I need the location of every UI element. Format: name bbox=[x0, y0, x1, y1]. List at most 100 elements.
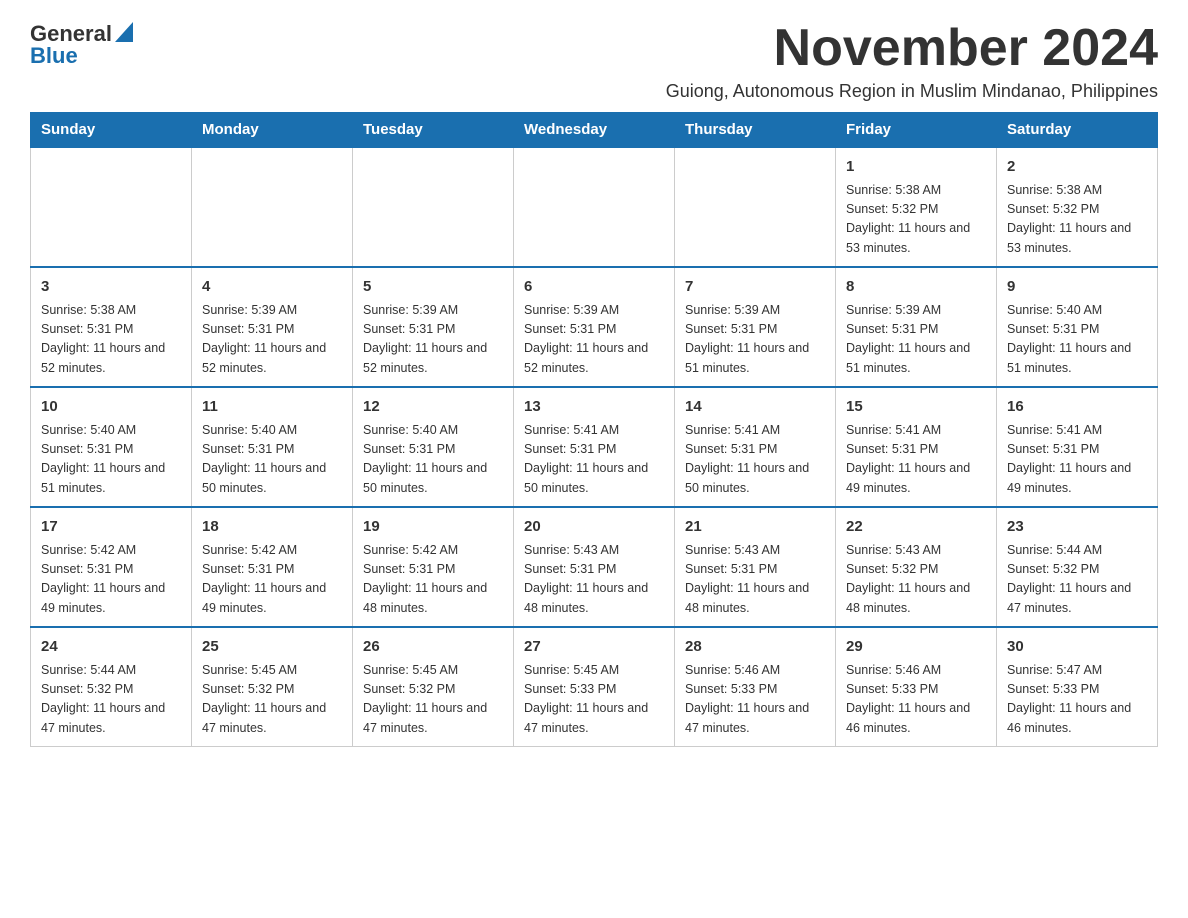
day-number: 12 bbox=[363, 396, 503, 419]
day-number: 28 bbox=[685, 636, 825, 659]
calendar-cell: 16Sunrise: 5:41 AMSunset: 5:31 PMDayligh… bbox=[997, 387, 1158, 507]
day-number: 22 bbox=[846, 516, 986, 539]
day-number: 15 bbox=[846, 396, 986, 419]
day-number: 11 bbox=[202, 396, 342, 419]
logo: General Blue bbox=[30, 20, 133, 69]
calendar-cell: 23Sunrise: 5:44 AMSunset: 5:32 PMDayligh… bbox=[997, 507, 1158, 627]
day-number: 5 bbox=[363, 276, 503, 299]
day-number: 7 bbox=[685, 276, 825, 299]
day-info: Sunrise: 5:46 AMSunset: 5:33 PMDaylight:… bbox=[846, 661, 986, 739]
day-number: 23 bbox=[1007, 516, 1147, 539]
day-of-week-header: Monday bbox=[192, 113, 353, 148]
day-of-week-header: Saturday bbox=[997, 113, 1158, 148]
day-info: Sunrise: 5:38 AMSunset: 5:31 PMDaylight:… bbox=[41, 301, 181, 379]
calendar-cell: 3Sunrise: 5:38 AMSunset: 5:31 PMDaylight… bbox=[31, 267, 192, 387]
day-number: 25 bbox=[202, 636, 342, 659]
day-info: Sunrise: 5:38 AMSunset: 5:32 PMDaylight:… bbox=[846, 181, 986, 259]
title-block: November 2024 Guiong, Autonomous Region … bbox=[666, 20, 1158, 102]
calendar-cell: 12Sunrise: 5:40 AMSunset: 5:31 PMDayligh… bbox=[353, 387, 514, 507]
calendar-week-row: 17Sunrise: 5:42 AMSunset: 5:31 PMDayligh… bbox=[31, 507, 1158, 627]
day-info: Sunrise: 5:42 AMSunset: 5:31 PMDaylight:… bbox=[202, 541, 342, 619]
day-info: Sunrise: 5:40 AMSunset: 5:31 PMDaylight:… bbox=[1007, 301, 1147, 379]
day-info: Sunrise: 5:45 AMSunset: 5:32 PMDaylight:… bbox=[363, 661, 503, 739]
day-info: Sunrise: 5:41 AMSunset: 5:31 PMDaylight:… bbox=[1007, 421, 1147, 499]
calendar-week-row: 24Sunrise: 5:44 AMSunset: 5:32 PMDayligh… bbox=[31, 627, 1158, 747]
calendar-cell: 18Sunrise: 5:42 AMSunset: 5:31 PMDayligh… bbox=[192, 507, 353, 627]
calendar-cell bbox=[192, 147, 353, 267]
day-info: Sunrise: 5:40 AMSunset: 5:31 PMDaylight:… bbox=[202, 421, 342, 499]
logo-blue-text: Blue bbox=[30, 43, 78, 69]
calendar-cell bbox=[31, 147, 192, 267]
calendar-week-row: 1Sunrise: 5:38 AMSunset: 5:32 PMDaylight… bbox=[31, 147, 1158, 267]
day-info: Sunrise: 5:39 AMSunset: 5:31 PMDaylight:… bbox=[846, 301, 986, 379]
day-number: 6 bbox=[524, 276, 664, 299]
day-of-week-header: Sunday bbox=[31, 113, 192, 148]
calendar-cell: 14Sunrise: 5:41 AMSunset: 5:31 PMDayligh… bbox=[675, 387, 836, 507]
calendar-cell: 11Sunrise: 5:40 AMSunset: 5:31 PMDayligh… bbox=[192, 387, 353, 507]
calendar-cell: 24Sunrise: 5:44 AMSunset: 5:32 PMDayligh… bbox=[31, 627, 192, 747]
calendar-cell: 4Sunrise: 5:39 AMSunset: 5:31 PMDaylight… bbox=[192, 267, 353, 387]
day-info: Sunrise: 5:41 AMSunset: 5:31 PMDaylight:… bbox=[685, 421, 825, 499]
calendar-table: SundayMondayTuesdayWednesdayThursdayFrid… bbox=[30, 112, 1158, 747]
calendar-cell: 26Sunrise: 5:45 AMSunset: 5:32 PMDayligh… bbox=[353, 627, 514, 747]
day-info: Sunrise: 5:43 AMSunset: 5:31 PMDaylight:… bbox=[524, 541, 664, 619]
calendar-cell: 6Sunrise: 5:39 AMSunset: 5:31 PMDaylight… bbox=[514, 267, 675, 387]
day-number: 19 bbox=[363, 516, 503, 539]
day-number: 30 bbox=[1007, 636, 1147, 659]
day-number: 18 bbox=[202, 516, 342, 539]
calendar-cell: 19Sunrise: 5:42 AMSunset: 5:31 PMDayligh… bbox=[353, 507, 514, 627]
logo-triangle-icon bbox=[115, 22, 133, 42]
month-title: November 2024 bbox=[666, 20, 1158, 77]
calendar-cell bbox=[675, 147, 836, 267]
calendar-header-row: SundayMondayTuesdayWednesdayThursdayFrid… bbox=[31, 113, 1158, 148]
day-number: 10 bbox=[41, 396, 181, 419]
day-info: Sunrise: 5:41 AMSunset: 5:31 PMDaylight:… bbox=[846, 421, 986, 499]
calendar-cell: 29Sunrise: 5:46 AMSunset: 5:33 PMDayligh… bbox=[836, 627, 997, 747]
calendar-cell: 10Sunrise: 5:40 AMSunset: 5:31 PMDayligh… bbox=[31, 387, 192, 507]
day-of-week-header: Wednesday bbox=[514, 113, 675, 148]
calendar-week-row: 3Sunrise: 5:38 AMSunset: 5:31 PMDaylight… bbox=[31, 267, 1158, 387]
day-number: 21 bbox=[685, 516, 825, 539]
day-number: 4 bbox=[202, 276, 342, 299]
calendar-cell: 25Sunrise: 5:45 AMSunset: 5:32 PMDayligh… bbox=[192, 627, 353, 747]
day-number: 17 bbox=[41, 516, 181, 539]
day-info: Sunrise: 5:43 AMSunset: 5:31 PMDaylight:… bbox=[685, 541, 825, 619]
calendar-cell: 1Sunrise: 5:38 AMSunset: 5:32 PMDaylight… bbox=[836, 147, 997, 267]
day-info: Sunrise: 5:39 AMSunset: 5:31 PMDaylight:… bbox=[685, 301, 825, 379]
page-header: General Blue November 2024 Guiong, Auton… bbox=[30, 20, 1158, 102]
day-info: Sunrise: 5:43 AMSunset: 5:32 PMDaylight:… bbox=[846, 541, 986, 619]
day-number: 13 bbox=[524, 396, 664, 419]
calendar-cell: 5Sunrise: 5:39 AMSunset: 5:31 PMDaylight… bbox=[353, 267, 514, 387]
calendar-cell: 28Sunrise: 5:46 AMSunset: 5:33 PMDayligh… bbox=[675, 627, 836, 747]
day-number: 3 bbox=[41, 276, 181, 299]
day-info: Sunrise: 5:39 AMSunset: 5:31 PMDaylight:… bbox=[202, 301, 342, 379]
calendar-cell bbox=[353, 147, 514, 267]
day-number: 14 bbox=[685, 396, 825, 419]
day-info: Sunrise: 5:46 AMSunset: 5:33 PMDaylight:… bbox=[685, 661, 825, 739]
day-info: Sunrise: 5:42 AMSunset: 5:31 PMDaylight:… bbox=[363, 541, 503, 619]
calendar-cell: 13Sunrise: 5:41 AMSunset: 5:31 PMDayligh… bbox=[514, 387, 675, 507]
day-number: 27 bbox=[524, 636, 664, 659]
calendar-cell: 21Sunrise: 5:43 AMSunset: 5:31 PMDayligh… bbox=[675, 507, 836, 627]
calendar-week-row: 10Sunrise: 5:40 AMSunset: 5:31 PMDayligh… bbox=[31, 387, 1158, 507]
day-number: 20 bbox=[524, 516, 664, 539]
day-info: Sunrise: 5:40 AMSunset: 5:31 PMDaylight:… bbox=[41, 421, 181, 499]
calendar-cell: 30Sunrise: 5:47 AMSunset: 5:33 PMDayligh… bbox=[997, 627, 1158, 747]
calendar-cell bbox=[514, 147, 675, 267]
day-number: 26 bbox=[363, 636, 503, 659]
subtitle: Guiong, Autonomous Region in Muslim Mind… bbox=[666, 81, 1158, 102]
calendar-cell: 27Sunrise: 5:45 AMSunset: 5:33 PMDayligh… bbox=[514, 627, 675, 747]
day-info: Sunrise: 5:40 AMSunset: 5:31 PMDaylight:… bbox=[363, 421, 503, 499]
day-of-week-header: Friday bbox=[836, 113, 997, 148]
day-number: 2 bbox=[1007, 156, 1147, 179]
day-info: Sunrise: 5:38 AMSunset: 5:32 PMDaylight:… bbox=[1007, 181, 1147, 259]
day-number: 29 bbox=[846, 636, 986, 659]
day-info: Sunrise: 5:44 AMSunset: 5:32 PMDaylight:… bbox=[1007, 541, 1147, 619]
calendar-cell: 2Sunrise: 5:38 AMSunset: 5:32 PMDaylight… bbox=[997, 147, 1158, 267]
day-info: Sunrise: 5:47 AMSunset: 5:33 PMDaylight:… bbox=[1007, 661, 1147, 739]
day-info: Sunrise: 5:39 AMSunset: 5:31 PMDaylight:… bbox=[363, 301, 503, 379]
day-number: 16 bbox=[1007, 396, 1147, 419]
day-number: 9 bbox=[1007, 276, 1147, 299]
day-info: Sunrise: 5:42 AMSunset: 5:31 PMDaylight:… bbox=[41, 541, 181, 619]
calendar-cell: 7Sunrise: 5:39 AMSunset: 5:31 PMDaylight… bbox=[675, 267, 836, 387]
